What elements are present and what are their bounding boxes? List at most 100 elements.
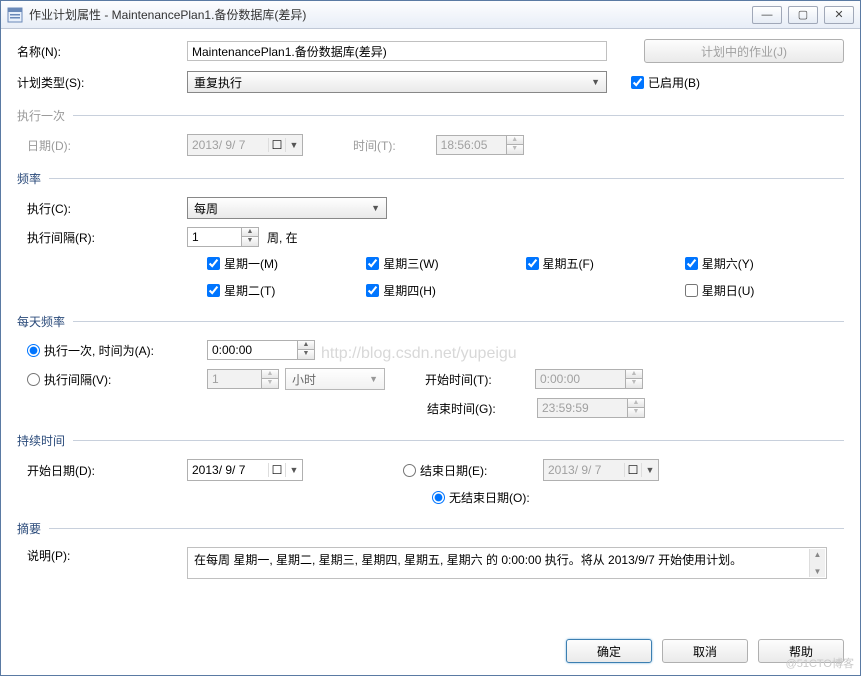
spinner-up-icon: ▲ bbox=[507, 136, 523, 145]
recurs-spinner[interactable]: ▲▼ bbox=[187, 227, 259, 247]
once-at-spinner[interactable]: ▲▼ bbox=[207, 340, 315, 360]
duration-title: 持续时间 bbox=[17, 432, 65, 449]
maximize-button[interactable]: ▢ bbox=[788, 6, 818, 24]
content-area: 名称(N): 计划中的作业(J) 计划类型(S): 重复执行 ▼ 已启用(B) … bbox=[1, 29, 860, 597]
end-time-input bbox=[537, 398, 627, 418]
enabled-checkbox[interactable]: 已启用(B) bbox=[631, 74, 700, 91]
spinner-down-icon: ▼ bbox=[626, 379, 642, 388]
onetime-header: 执行一次 bbox=[17, 107, 844, 124]
every-n-spinner: ▲▼ bbox=[207, 369, 279, 389]
end-date-label: 结束日期(E): bbox=[420, 462, 487, 479]
dropdown-arrow-icon: ▼ bbox=[369, 374, 378, 384]
day-fri[interactable]: 星期五(F) bbox=[526, 255, 685, 272]
week-on-label: 周, 在 bbox=[267, 229, 298, 246]
recurs-label: 执行间隔(R): bbox=[17, 229, 187, 246]
onetime-time-label: 时间(T): bbox=[353, 137, 396, 154]
cancel-button[interactable]: 取消 bbox=[662, 639, 748, 663]
occurs-value: 每周 bbox=[194, 200, 218, 217]
titlebar: 作业计划属性 - MaintenancePlan1.备份数据库(差异) — ▢ … bbox=[1, 1, 860, 29]
occurs-label: 执行(C): bbox=[17, 200, 187, 217]
spinner-up-icon[interactable]: ▲ bbox=[242, 228, 258, 237]
end-time-spinner: ▲▼ bbox=[537, 398, 645, 418]
spinner-down-icon: ▼ bbox=[507, 145, 523, 154]
spinner-up-icon: ▲ bbox=[626, 370, 642, 379]
start-date-input[interactable] bbox=[188, 461, 268, 479]
scroll-down-icon[interactable]: ▼ bbox=[814, 566, 822, 577]
occurs-every-label: 执行间隔(V): bbox=[44, 371, 111, 388]
schedule-type-select[interactable]: 重复执行 ▼ bbox=[187, 71, 607, 93]
spinner-up-icon: ▲ bbox=[262, 370, 278, 379]
enabled-input[interactable] bbox=[631, 76, 644, 89]
dialog-window: 作业计划属性 - MaintenancePlan1.备份数据库(差异) — ▢ … bbox=[0, 0, 861, 676]
onetime-title: 执行一次 bbox=[17, 107, 65, 124]
datepick-arrow-icon: ▼ bbox=[286, 140, 302, 150]
start-time-label: 开始时间(T): bbox=[425, 371, 535, 388]
datepick-arrow-icon[interactable]: ▼ bbox=[286, 465, 302, 475]
datepick-arrow-icon: ▼ bbox=[642, 465, 658, 475]
scroll-up-icon[interactable]: ▲ bbox=[814, 549, 822, 560]
frequency-title: 频率 bbox=[17, 170, 41, 187]
jobs-in-plan-button[interactable]: 计划中的作业(J) bbox=[644, 39, 844, 63]
schedule-type-label: 计划类型(S): bbox=[17, 74, 187, 91]
name-label: 名称(N): bbox=[17, 43, 187, 60]
description-label: 说明(P): bbox=[17, 547, 187, 564]
every-unit-select: 小时 ▼ bbox=[285, 368, 385, 390]
onetime-date-label: 日期(D): bbox=[17, 137, 187, 154]
dropdown-arrow-icon: ▼ bbox=[371, 203, 380, 213]
spinner-up-icon: ▲ bbox=[628, 399, 644, 408]
end-time-label: 结束时间(G): bbox=[427, 400, 537, 417]
no-end-date-label: 无结束日期(O): bbox=[449, 489, 530, 506]
daily-freq-title: 每天频率 bbox=[17, 313, 65, 330]
every-n-input bbox=[207, 369, 261, 389]
datepick-checkbox-icon: ☐ bbox=[268, 463, 286, 477]
recurs-input[interactable] bbox=[187, 227, 241, 247]
duration-header: 持续时间 bbox=[17, 432, 844, 449]
once-at-input[interactable] bbox=[207, 340, 297, 360]
spinner-down-icon[interactable]: ▼ bbox=[298, 350, 314, 359]
end-date-picker: ☐ ▼ bbox=[543, 459, 659, 481]
summary-header: 摘要 bbox=[17, 520, 844, 537]
start-date-label: 开始日期(D): bbox=[17, 462, 187, 479]
start-date-picker[interactable]: ☐ ▼ bbox=[187, 459, 303, 481]
every-unit-value: 小时 bbox=[292, 371, 316, 388]
spinner-down-icon[interactable]: ▼ bbox=[242, 237, 258, 246]
day-sat[interactable]: 星期六(Y) bbox=[685, 255, 844, 272]
close-button[interactable]: ✕ bbox=[824, 6, 854, 24]
day-wed[interactable]: 星期三(W) bbox=[366, 255, 525, 272]
once-at-label: 执行一次, 时间为(A): bbox=[44, 342, 154, 359]
onetime-time-spinner: ▲▼ bbox=[436, 135, 524, 155]
once-at-radio[interactable]: 执行一次, 时间为(A): bbox=[17, 342, 207, 359]
end-date-input bbox=[544, 461, 624, 479]
start-time-input bbox=[535, 369, 625, 389]
description-text: 在每周 星期一, 星期二, 星期三, 星期四, 星期五, 星期六 的 0:00:… bbox=[194, 553, 742, 567]
onetime-time-input bbox=[436, 135, 506, 155]
description-box: 在每周 星期一, 星期二, 星期三, 星期四, 星期五, 星期六 的 0:00:… bbox=[187, 547, 827, 579]
start-time-spinner: ▲▼ bbox=[535, 369, 643, 389]
summary-title: 摘要 bbox=[17, 520, 41, 537]
dropdown-arrow-icon: ▼ bbox=[591, 77, 600, 87]
spinner-down-icon: ▼ bbox=[628, 408, 644, 417]
day-sun[interactable]: 星期日(U) bbox=[685, 282, 844, 299]
corner-watermark: @51CTO博客 bbox=[786, 655, 854, 671]
day-thu[interactable]: 星期四(H) bbox=[366, 282, 525, 299]
scrollbar[interactable]: ▲▼ bbox=[809, 549, 825, 577]
occurs-every-radio[interactable]: 执行间隔(V): bbox=[17, 371, 207, 388]
enabled-label: 已启用(B) bbox=[648, 74, 700, 91]
spinner-up-icon[interactable]: ▲ bbox=[298, 341, 314, 350]
onetime-date-picker: ☐ ▼ bbox=[187, 134, 303, 156]
datepick-checkbox-icon: ☐ bbox=[624, 463, 642, 477]
app-icon bbox=[7, 7, 23, 23]
schedule-type-value: 重复执行 bbox=[194, 74, 242, 91]
minimize-button[interactable]: — bbox=[752, 6, 782, 24]
datepick-checkbox-icon: ☐ bbox=[268, 138, 286, 152]
occurs-select[interactable]: 每周 ▼ bbox=[187, 197, 387, 219]
days-grid: 星期一(M) 星期二(T) 星期三(W) 星期四(H) 星期五(F) 星期六(Y… bbox=[207, 255, 844, 299]
day-tue[interactable]: 星期二(T) bbox=[207, 282, 366, 299]
spinner-down-icon: ▼ bbox=[262, 379, 278, 388]
name-input[interactable] bbox=[187, 41, 607, 61]
end-date-radio[interactable]: 结束日期(E): bbox=[403, 462, 543, 479]
onetime-date-input bbox=[188, 136, 268, 154]
day-mon[interactable]: 星期一(M) bbox=[207, 255, 366, 272]
ok-button[interactable]: 确定 bbox=[566, 639, 652, 663]
no-end-date-radio[interactable]: 无结束日期(O): bbox=[432, 489, 530, 506]
